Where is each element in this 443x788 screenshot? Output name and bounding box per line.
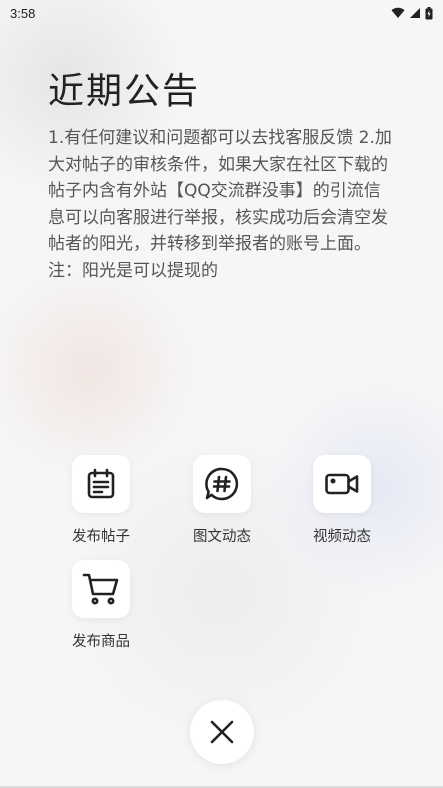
image-text-post-button[interactable]: 图文动态 (172, 455, 272, 546)
image-text-post-icon-tile[interactable] (193, 455, 251, 513)
status-bar: 3:58 (0, 0, 443, 26)
notice-body: 1.有任何建议和问题都可以去找客服反馈 2.加大对帖子的审核条件，如果大家在社区… (48, 128, 392, 281)
status-time: 3:58 (10, 5, 36, 21)
background (0, 0, 443, 788)
status-icons (391, 6, 433, 20)
video-post-button[interactable]: 视频动态 (292, 455, 392, 546)
video-camera-icon (325, 473, 359, 495)
publish-post-label: 发布帖子 (72, 529, 130, 545)
signal-icon (410, 8, 420, 18)
publish-product-icon-tile[interactable] (72, 560, 130, 618)
shopping-cart-icon (82, 573, 119, 605)
close-icon (210, 720, 234, 744)
video-post-icon-tile[interactable] (313, 455, 371, 513)
publish-post-button[interactable]: 发布帖子 (51, 455, 151, 546)
notice-title: 近期公告 (48, 71, 201, 112)
battery-icon (425, 6, 433, 19)
publish-product-label: 发布商品 (72, 634, 130, 650)
hashtag-bubble-icon (205, 467, 239, 501)
publish-product-button[interactable]: 发布商品 (51, 560, 151, 651)
document-icon (87, 468, 115, 499)
image-text-post-label: 图文动态 (193, 529, 251, 545)
publish-post-icon-tile[interactable] (72, 455, 130, 513)
close-button[interactable] (190, 700, 254, 764)
wifi-icon (391, 7, 405, 19)
video-post-label: 视频动态 (313, 529, 371, 545)
